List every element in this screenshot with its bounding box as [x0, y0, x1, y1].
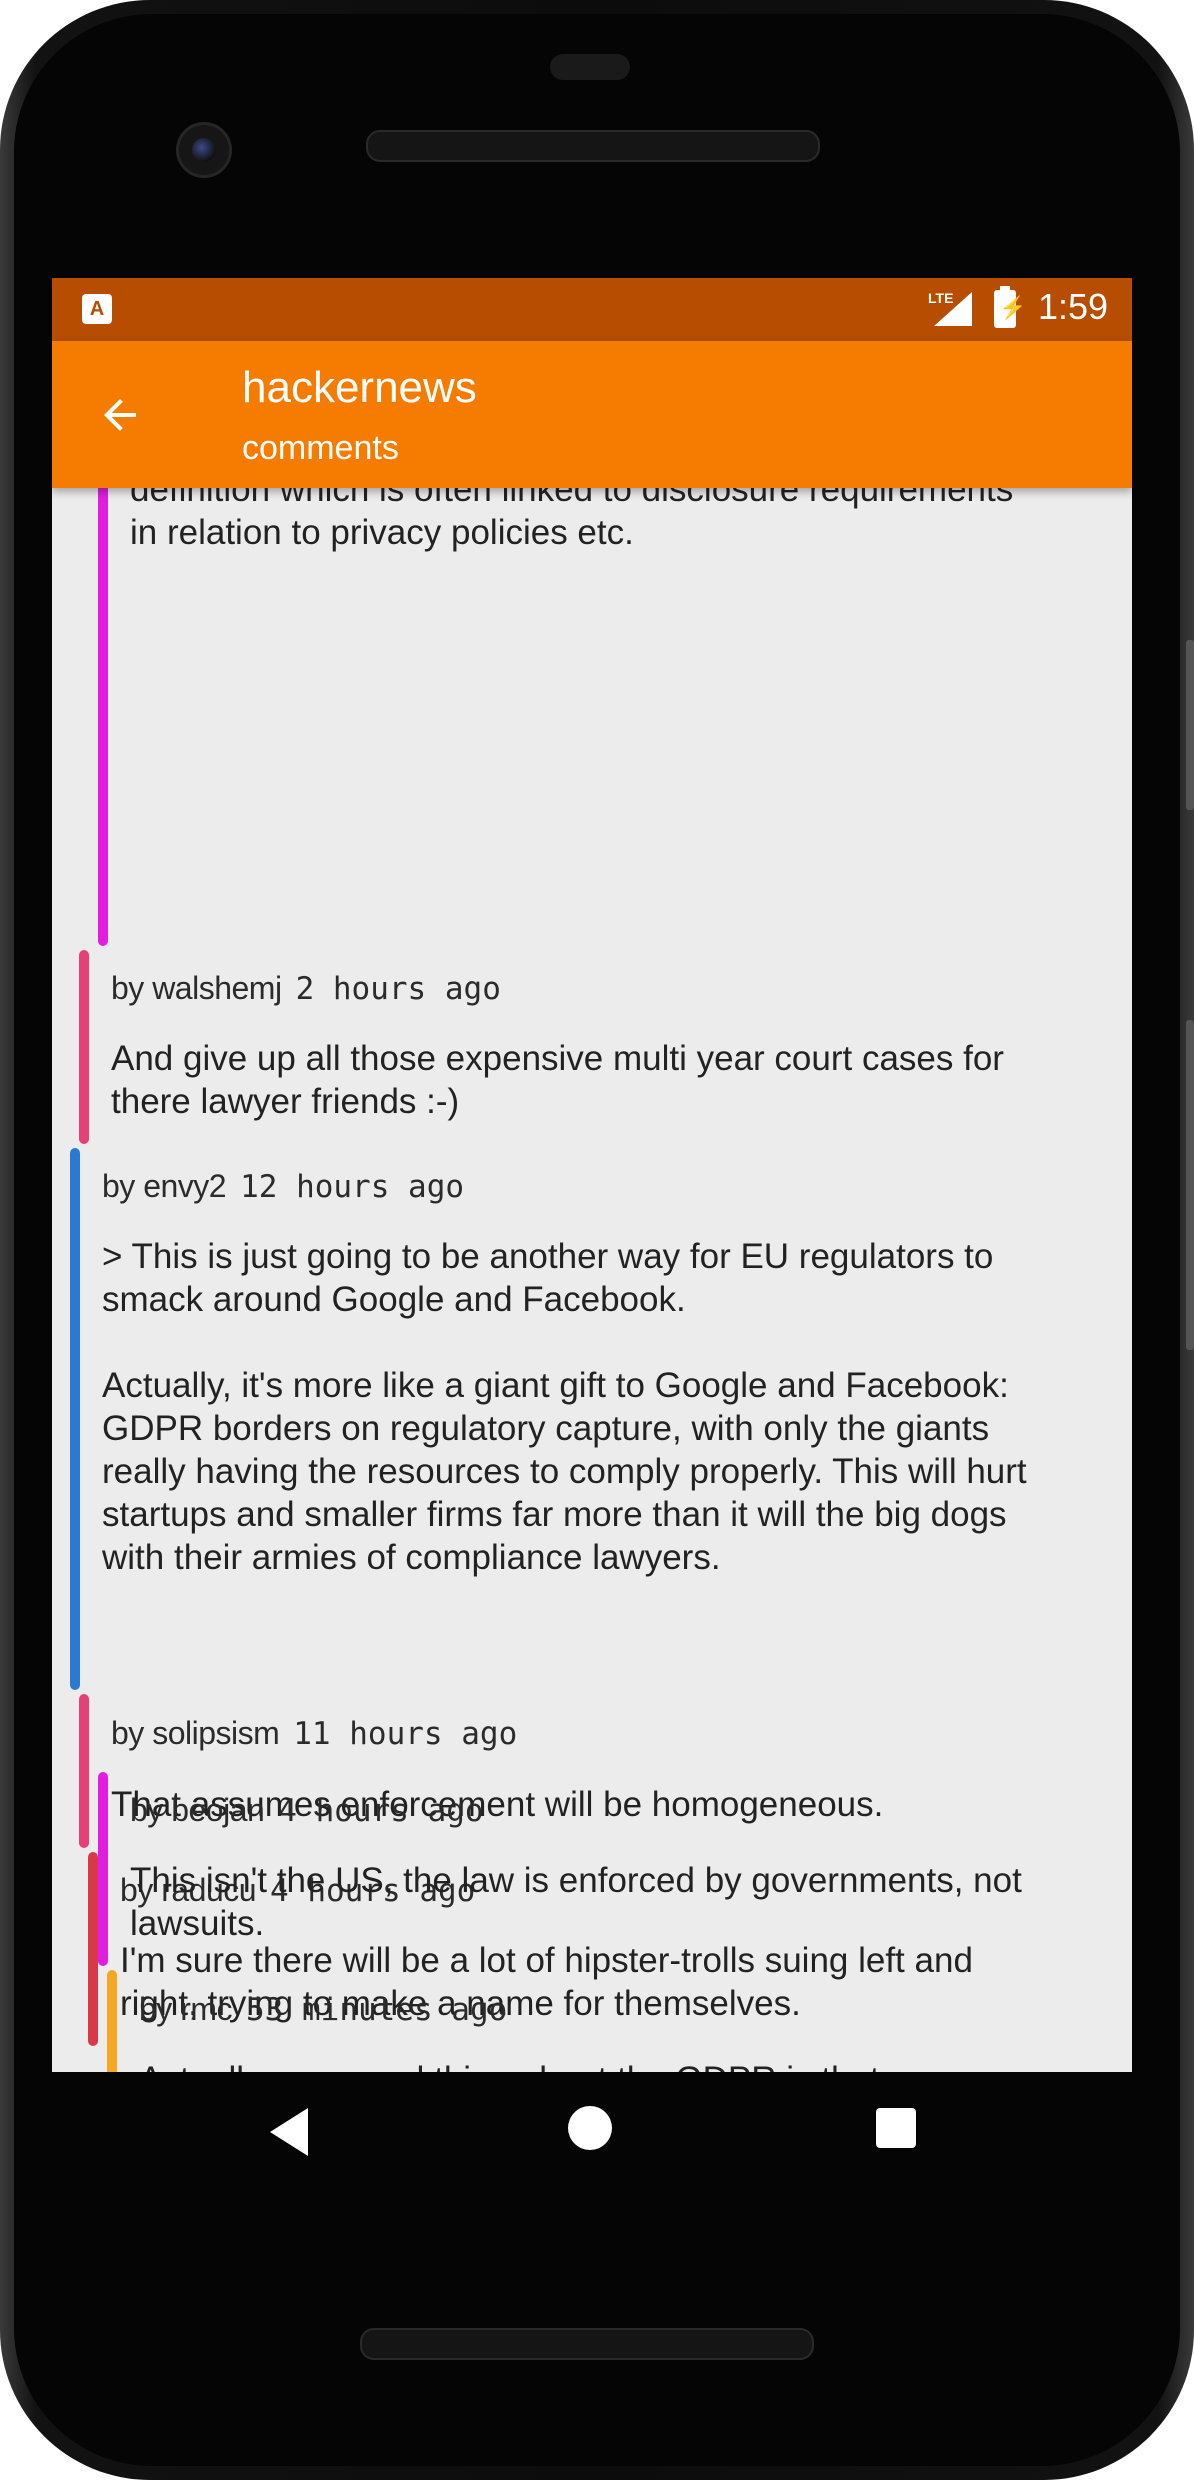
comment-time: 2 hours ago — [295, 971, 501, 1007]
comment-text: > This is just going to be another way f… — [102, 1237, 1027, 1577]
comment-meta: by raducu 4 hours ago — [120, 1872, 475, 1909]
comment-list[interactable]: definition which is often linked to disc… — [52, 278, 1132, 2072]
comment-author[interactable]: by envy2 — [102, 1168, 227, 1204]
comment-text: And give up all those expensive multi ye… — [111, 1039, 1004, 1121]
signal-icon — [934, 292, 972, 326]
nav-home-icon[interactable] — [568, 2106, 612, 2150]
clock: 1:59 — [1038, 286, 1109, 327]
app-bar: hackernews comments — [52, 341, 1132, 488]
power-button — [1186, 1020, 1194, 1350]
comment-thread-bar — [70, 1148, 80, 1690]
screen: definition which is often linked to disc… — [52, 278, 1132, 2072]
comment-time: 4 hours ago — [270, 1873, 476, 1909]
volume-button — [1186, 640, 1194, 810]
back-arrow-icon[interactable] — [96, 391, 144, 439]
nav-recents-icon[interactable] — [876, 2108, 916, 2148]
notification-icon: A — [82, 294, 112, 324]
comment-time: 11 hours ago — [293, 1716, 518, 1752]
navigation-bar — [52, 2072, 1132, 2202]
comment-time: 12 hours ago — [240, 1169, 465, 1205]
sensor — [550, 54, 630, 80]
bottom-speaker — [360, 2328, 814, 2360]
page-subtitle: comments — [242, 429, 399, 467]
comment-thread-bar — [88, 1852, 98, 2046]
comment-author[interactable]: by walshemj — [111, 970, 282, 1006]
comment-meta: by solipsism 11 hours ago — [111, 1715, 517, 1752]
nav-back-icon[interactable] — [270, 2108, 308, 2156]
battery-icon: ⚡ — [994, 286, 1026, 328]
front-camera — [176, 122, 232, 178]
comment-meta: by envy2 12 hours ago — [102, 1168, 464, 1205]
earpiece-speaker — [366, 130, 820, 162]
comment-text: I'm sure there will be a lot of hipster-… — [120, 1941, 973, 2023]
status-bar: A LTE ⚡ 1:59 — [52, 278, 1132, 341]
comment-author[interactable]: by raducu — [120, 1872, 257, 1908]
comment-text: That assumes enforcement will be homogen… — [111, 1785, 884, 1824]
comment-thread-bar — [79, 950, 89, 1144]
page-title: hackernews — [242, 363, 477, 412]
comment-thread-bar — [98, 458, 108, 946]
comment-meta: by walshemj 2 hours ago — [111, 970, 501, 1007]
comment-thread-bar — [79, 1694, 89, 1848]
comment-author[interactable]: by solipsism — [111, 1715, 280, 1751]
